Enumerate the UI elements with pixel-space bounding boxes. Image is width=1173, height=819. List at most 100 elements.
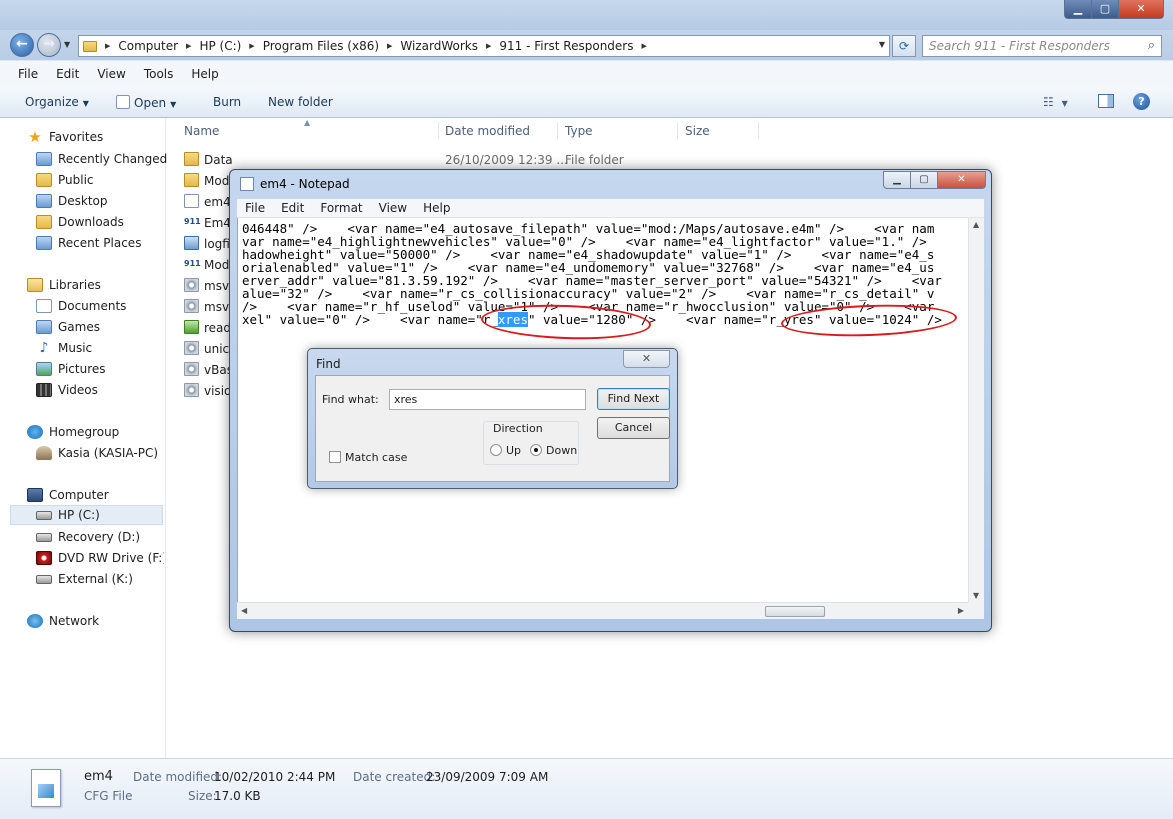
menu-bar: File Edit View Tools Help (0, 60, 1173, 87)
direction-up-radio[interactable] (490, 444, 502, 456)
direction-down-radio[interactable] (530, 444, 542, 456)
minimize-button[interactable]: ▁ (1064, 0, 1092, 19)
nav-public[interactable]: Public (36, 170, 94, 190)
column-divider[interactable] (557, 122, 558, 139)
nav-pictures[interactable]: Pictures (36, 359, 106, 379)
nav-desktop[interactable]: Desktop (36, 191, 108, 211)
menu-edit[interactable]: Edit (56, 67, 79, 81)
notepad-minimize-button[interactable]: ▁ (883, 171, 911, 189)
nav-downloads[interactable]: Downloads (36, 212, 124, 232)
nav-computer[interactable]: Computer (27, 485, 109, 505)
nav-recently-changed[interactable]: Recently Changed (36, 149, 167, 169)
notepad-caption-buttons: ▁ ▢ ✕ (883, 171, 987, 190)
menu-help[interactable]: Help (191, 67, 218, 81)
column-type[interactable]: Type (565, 124, 593, 138)
breadcrumb-separator-icon[interactable]: ▶ (387, 42, 392, 50)
breadcrumb-separator-icon[interactable]: ▶ (486, 42, 491, 50)
cancel-button[interactable]: Cancel (597, 417, 670, 439)
new-folder-button[interactable]: New folder (268, 95, 333, 109)
search-icon[interactable]: ⌕ (1148, 38, 1155, 53)
breadcrumb-separator-icon[interactable]: ▶ (186, 42, 191, 50)
nav-videos[interactable]: Videos (36, 380, 98, 400)
recently-changed-icon (36, 152, 52, 166)
breadcrumb-current-folder[interactable]: 911 - First Responders (499, 39, 633, 53)
notepad-maximize-button[interactable]: ▢ (910, 171, 938, 189)
back-arrow-icon[interactable]: ← (10, 33, 34, 57)
find-what-input[interactable]: xres (389, 389, 586, 410)
preview-pane-icon[interactable] (1098, 94, 1114, 108)
direction-label: Direction (491, 422, 545, 435)
nav-games[interactable]: Games (36, 317, 100, 337)
refresh-icon[interactable]: ⟳ (892, 35, 916, 57)
find-next-button[interactable]: Find Next (597, 388, 670, 410)
notepad-menu-view[interactable]: View (379, 201, 407, 215)
maximize-button[interactable]: ▢ (1091, 0, 1119, 19)
column-name[interactable]: Name (184, 124, 219, 138)
dll-file-icon (184, 362, 199, 376)
horizontal-scrollbar[interactable]: ◀ ▶ (237, 602, 968, 619)
column-divider[interactable] (758, 122, 759, 139)
folder-icon (83, 40, 97, 52)
close-button[interactable]: ✕ (1118, 0, 1164, 19)
horizontal-scroll-thumb[interactable] (765, 606, 825, 617)
direction-down-label[interactable]: Down (546, 444, 577, 457)
burn-button[interactable]: Burn (213, 95, 241, 109)
match-case-checkbox[interactable] (329, 451, 341, 463)
notepad-menu-format[interactable]: Format (320, 201, 362, 215)
help-icon[interactable]: ? (1133, 93, 1150, 110)
menu-view[interactable]: View (97, 67, 125, 81)
open-button[interactable]: Open ▼ (116, 95, 176, 110)
dll-file-icon (184, 278, 199, 292)
star-icon: ★ (28, 128, 42, 146)
window-title-bar: ▁ ▢ ✕ (0, 0, 1173, 30)
column-divider[interactable] (677, 122, 678, 139)
scrollbar-corner (968, 602, 984, 619)
nav-favorites[interactable]: ★ Favorites (27, 127, 103, 147)
breadcrumb-separator-icon[interactable]: ▶ (642, 42, 647, 50)
column-date-modified[interactable]: Date modified (445, 124, 530, 138)
notepad-menu-edit[interactable]: Edit (281, 201, 304, 215)
nav-recent-places[interactable]: Recent Places (36, 233, 141, 253)
breadcrumb-wizardworks[interactable]: WizardWorks (400, 39, 478, 53)
column-divider[interactable] (438, 122, 439, 139)
nav-network[interactable]: Network (27, 611, 99, 631)
vertical-scrollbar[interactable]: ▲ ▼ (968, 218, 984, 602)
nav-homegroup[interactable]: Homegroup (27, 422, 119, 442)
find-dialog[interactable]: Find ✕ Find what: xres Find Next Cancel … (307, 348, 678, 489)
nav-homegroup-user[interactable]: Kasia (KASIA-PC) (36, 443, 158, 463)
match-case-label[interactable]: Match case (345, 451, 407, 464)
nav-drive-d[interactable]: Recovery (D:) (36, 527, 140, 547)
notepad-menu-help[interactable]: Help (423, 201, 450, 215)
notepad-app-icon (240, 177, 254, 191)
breadcrumb-separator-icon[interactable]: ▶ (249, 42, 254, 50)
breadcrumb-drive[interactable]: HP (C:) (199, 39, 241, 53)
documents-icon (36, 299, 52, 313)
menu-file[interactable]: File (18, 67, 38, 81)
organize-button[interactable]: Organize ▼ (25, 95, 89, 109)
address-bar[interactable]: ▶ Computer ▶ HP (C:) ▶ Program Files (x8… (78, 35, 890, 57)
column-size[interactable]: Size (685, 124, 710, 138)
address-dropdown-chevron-icon[interactable]: ▼ (879, 40, 885, 49)
nav-documents[interactable]: Documents (36, 296, 126, 316)
breadcrumb-computer[interactable]: Computer (118, 39, 178, 53)
nav-music[interactable]: ♪ Music (36, 338, 93, 358)
nav-drive-c[interactable]: HP (C:) (10, 505, 163, 525)
desktop-icon (36, 194, 52, 208)
breadcrumb-program-files[interactable]: Program Files (x86) (263, 39, 379, 53)
file-row[interactable]: Data 26/10/2009 12:39 ... File folder (166, 149, 666, 170)
notepad-menu-file[interactable]: File (245, 201, 265, 215)
view-options-icon[interactable]: ☷ ▼ (1043, 95, 1068, 109)
menu-tools[interactable]: Tools (144, 67, 174, 81)
details-modified-label: Date modified: (133, 770, 223, 784)
forward-arrow-icon[interactable]: → (37, 33, 61, 57)
notepad-close-button[interactable]: ✕ (937, 171, 986, 189)
search-input[interactable]: Search 911 - First Responders ⌕ (922, 35, 1162, 57)
nav-libraries[interactable]: Libraries (27, 275, 101, 295)
nav-drive-k[interactable]: External (K:) (36, 569, 133, 589)
nav-drive-f[interactable]: DVD RW Drive (F:) C (36, 548, 164, 568)
recent-pages-chevron-icon[interactable]: ▼ (64, 40, 70, 49)
dll-file-icon (184, 299, 199, 313)
direction-up-label[interactable]: Up (506, 444, 521, 457)
address-row: ← → ▼ ▶ Computer ▶ HP (C:) ▶ Program Fil… (0, 30, 1173, 60)
find-dialog-close-button[interactable]: ✕ (623, 350, 670, 368)
